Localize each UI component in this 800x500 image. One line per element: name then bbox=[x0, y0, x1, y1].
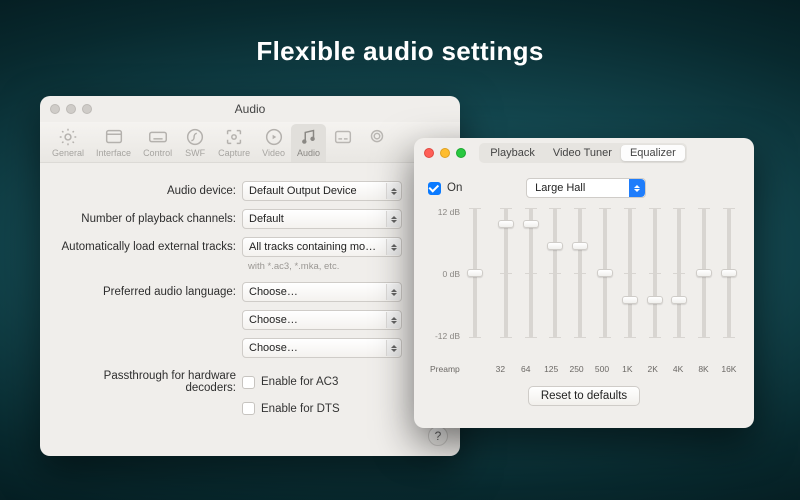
slider-thumb[interactable] bbox=[467, 269, 483, 277]
audio-device-label: Audio device: bbox=[54, 185, 242, 197]
window-controls[interactable] bbox=[50, 104, 92, 114]
band-label: 2K bbox=[644, 364, 662, 374]
flash-icon bbox=[184, 126, 206, 148]
close-icon[interactable] bbox=[50, 104, 60, 114]
band-label: 500 bbox=[593, 364, 611, 374]
external-tracks-label: Automatically load external tracks: bbox=[54, 241, 242, 253]
tab-playback[interactable]: Playback bbox=[481, 145, 544, 161]
window-icon bbox=[103, 126, 125, 148]
chevron-up-down-icon bbox=[386, 239, 400, 255]
lang-popup-2[interactable]: Choose… bbox=[242, 310, 402, 330]
slider-thumb[interactable] bbox=[721, 269, 737, 277]
audio-window-title: Audio bbox=[235, 102, 266, 116]
preferred-lang-label: Preferred audio language: bbox=[54, 286, 242, 298]
slider-thumb[interactable] bbox=[572, 242, 588, 250]
chevron-up-down-icon bbox=[386, 183, 400, 199]
checkbox-icon bbox=[242, 376, 255, 389]
band-label: 125 bbox=[542, 364, 560, 374]
band-label: 250 bbox=[568, 364, 586, 374]
audio-titlebar: Audio bbox=[40, 96, 460, 122]
slider-band-32[interactable] bbox=[497, 206, 515, 362]
tab-capture[interactable]: Capture bbox=[212, 124, 256, 162]
slider-band-8K[interactable] bbox=[695, 206, 713, 362]
slider-band-125[interactable] bbox=[546, 206, 564, 362]
tab-equalizer[interactable]: Equalizer bbox=[621, 145, 685, 161]
capture-icon bbox=[223, 126, 245, 148]
band-label: 4K bbox=[669, 364, 687, 374]
equalizer-window: Playback Video Tuner Equalizer On Large … bbox=[414, 138, 754, 428]
zoom-icon[interactable] bbox=[82, 104, 92, 114]
lang-popup-3[interactable]: Choose… bbox=[242, 338, 402, 358]
band-label: 64 bbox=[517, 364, 535, 374]
passthrough-label: Passthrough for hardware decoders: bbox=[54, 370, 242, 394]
checkbox-icon bbox=[242, 402, 255, 415]
chevron-up-down-icon bbox=[386, 312, 400, 328]
slider-thumb[interactable] bbox=[597, 269, 613, 277]
audio-prefs-window: Audio General Interface Control SWF bbox=[40, 96, 460, 456]
audio-body: Audio device: Default Output Device Numb… bbox=[40, 163, 460, 433]
tab-video-tuner[interactable]: Video Tuner bbox=[544, 145, 621, 161]
audio-device-popup[interactable]: Default Output Device bbox=[242, 181, 402, 201]
keyboard-icon bbox=[147, 126, 169, 148]
slider-band-1K[interactable] bbox=[621, 206, 639, 362]
prefs-toolbar: General Interface Control SWF Capture bbox=[40, 122, 460, 163]
checkbox-checked-icon bbox=[428, 182, 441, 195]
band-label: 1K bbox=[618, 364, 636, 374]
slider-thumb[interactable] bbox=[696, 269, 712, 277]
window-controls[interactable] bbox=[424, 148, 466, 158]
hero-title: Flexible audio settings bbox=[0, 36, 800, 67]
help-button[interactable]: ? bbox=[428, 426, 448, 446]
lang-popup-1[interactable]: Choose… bbox=[242, 282, 402, 302]
band-labels: Preamp 32641252505001K2K4K8K16K bbox=[428, 364, 740, 374]
tab-audio[interactable]: Audio bbox=[291, 124, 326, 162]
eq-sliders: 12 dB 0 dB -12 dB bbox=[428, 206, 740, 362]
slider-band-2K[interactable] bbox=[646, 206, 664, 362]
eq-tabs: Playback Video Tuner Equalizer bbox=[479, 143, 687, 163]
eq-preset-popup[interactable]: Large Hall bbox=[526, 178, 646, 198]
tab-interface[interactable]: Interface bbox=[90, 124, 137, 162]
tab-general[interactable]: General bbox=[46, 124, 90, 162]
airplay-icon bbox=[366, 126, 388, 148]
tab-extra-1[interactable]: . bbox=[326, 124, 360, 162]
db-scale: 12 dB 0 dB -12 dB bbox=[428, 206, 464, 362]
channels-label: Number of playback channels: bbox=[54, 213, 242, 225]
zoom-icon[interactable] bbox=[456, 148, 466, 158]
slider-band-16K[interactable] bbox=[720, 206, 738, 362]
slider-thumb[interactable] bbox=[647, 296, 663, 304]
band-label: 8K bbox=[695, 364, 713, 374]
slider-preamp[interactable] bbox=[466, 206, 484, 362]
slider-thumb[interactable] bbox=[622, 296, 638, 304]
slider-thumb[interactable] bbox=[498, 220, 514, 228]
eq-titlebar: Playback Video Tuner Equalizer bbox=[414, 138, 754, 168]
reset-defaults-button[interactable]: Reset to defaults bbox=[528, 386, 640, 406]
chevron-up-down-icon bbox=[386, 284, 400, 300]
slider-thumb[interactable] bbox=[523, 220, 539, 228]
slider-band-500[interactable] bbox=[596, 206, 614, 362]
tab-swf[interactable]: SWF bbox=[178, 124, 212, 162]
slider-band-64[interactable] bbox=[522, 206, 540, 362]
close-icon[interactable] bbox=[424, 148, 434, 158]
slider-thumb[interactable] bbox=[671, 296, 687, 304]
chevron-up-down-icon bbox=[386, 211, 400, 227]
tab-control[interactable]: Control bbox=[137, 124, 178, 162]
tab-extra-2[interactable]: . bbox=[360, 124, 394, 162]
band-label: 32 bbox=[491, 364, 509, 374]
music-note-icon bbox=[297, 126, 319, 148]
minimize-icon[interactable] bbox=[66, 104, 76, 114]
slider-band-250[interactable] bbox=[571, 206, 589, 362]
minimize-icon[interactable] bbox=[440, 148, 450, 158]
external-tracks-popup[interactable]: All tracks containing mo… bbox=[242, 237, 402, 257]
eq-body: On Large Hall 12 dB 0 dB -12 dB Preamp 3… bbox=[414, 168, 754, 416]
subtitles-icon bbox=[332, 126, 354, 148]
slider-band-4K[interactable] bbox=[670, 206, 688, 362]
slider-thumb[interactable] bbox=[547, 242, 563, 250]
play-circle-icon bbox=[263, 126, 285, 148]
chevron-up-down-icon bbox=[629, 179, 645, 197]
band-label: 16K bbox=[720, 364, 738, 374]
eq-on-checkbox[interactable]: On bbox=[428, 182, 462, 195]
tab-video[interactable]: Video bbox=[256, 124, 291, 162]
channels-popup[interactable]: Default bbox=[242, 209, 402, 229]
gear-icon bbox=[57, 126, 79, 148]
chevron-up-down-icon bbox=[386, 340, 400, 356]
